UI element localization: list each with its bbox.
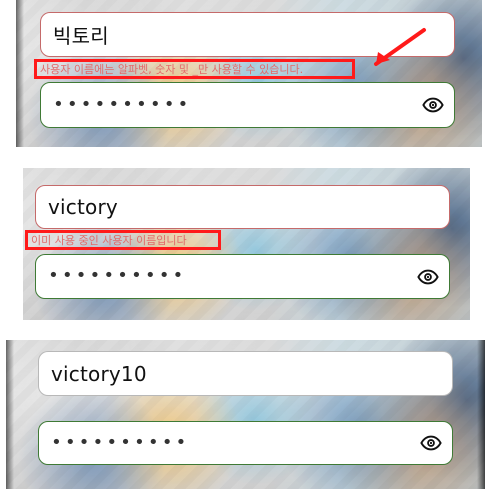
- password-value: ••••••••••: [48, 265, 187, 286]
- username-value: victory: [48, 195, 118, 219]
- password-field[interactable]: ••••••••••: [38, 421, 453, 465]
- screenshot-panel-1: 빅토리 사용자 이름에는 알파벳, 숫자 및 _만 사용할 수 있습니다. ••…: [16, 0, 482, 147]
- password-value: ••••••••••: [53, 93, 192, 115]
- username-error-message: 이미 사용 중인 사용자 이름입니다: [25, 230, 221, 250]
- username-value: victory10: [51, 361, 147, 386]
- username-value: 빅토리: [53, 24, 109, 48]
- eye-icon[interactable]: [422, 94, 444, 116]
- eye-icon[interactable]: [420, 432, 442, 454]
- error-text: 사용자 이름에는 알파벳, 숫자 및 _만 사용할 수 있습니다.: [40, 63, 304, 76]
- username-field[interactable]: victory: [35, 185, 450, 229]
- error-text: 이미 사용 중인 사용자 이름입니다: [31, 234, 187, 247]
- eye-icon: [420, 435, 442, 451]
- eye-icon[interactable]: [417, 266, 439, 288]
- password-field[interactable]: ••••••••••: [40, 82, 455, 128]
- arrow-icon: [374, 28, 426, 66]
- screenshot-panel-2: victory 이미 사용 중인 사용자 이름입니다 ••••••••••: [23, 168, 470, 320]
- username-field[interactable]: victory10: [38, 351, 453, 396]
- eye-icon: [417, 269, 439, 284]
- username-error-message: 사용자 이름에는 알파벳, 숫자 및 _만 사용할 수 있습니다.: [34, 59, 355, 79]
- password-value: ••••••••••: [51, 431, 190, 453]
- eye-icon: [422, 97, 444, 113]
- screenshot-panel-3: victory10 ••••••••••: [6, 340, 485, 489]
- password-field[interactable]: ••••••••••: [35, 254, 450, 299]
